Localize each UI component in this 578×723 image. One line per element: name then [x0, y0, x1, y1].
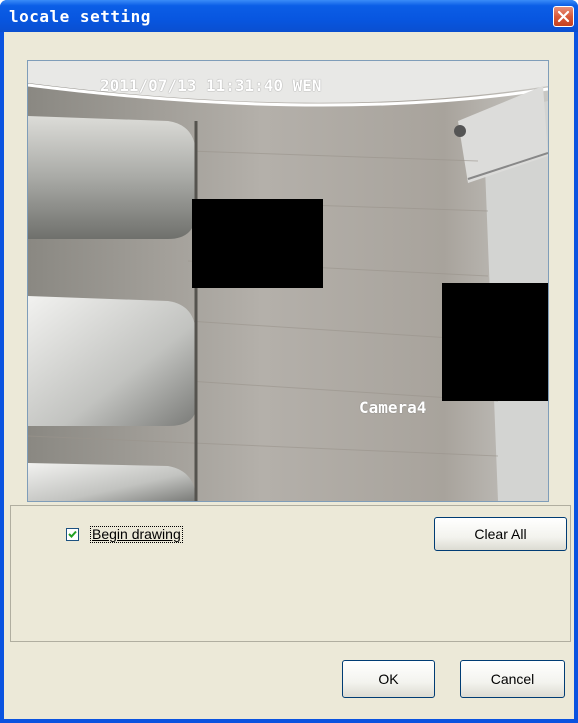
close-button[interactable]: [553, 6, 574, 27]
begin-drawing-checkbox[interactable]: [66, 528, 79, 541]
checkmark-icon: [68, 530, 77, 538]
begin-drawing-label[interactable]: Begin drawing: [90, 526, 183, 543]
dialog-client-area: 2011/07/13 11:31:40 WEN Camera4 Begin dr…: [4, 32, 574, 719]
video-timestamp: 2011/07/13 11:31:40 WEN: [100, 76, 322, 95]
window-title: locale setting: [9, 7, 151, 26]
camera-preview[interactable]: 2011/07/13 11:31:40 WEN Camera4: [27, 60, 549, 502]
title-bar[interactable]: locale setting: [0, 0, 578, 32]
close-icon: [557, 10, 570, 23]
clear-all-button[interactable]: Clear All: [434, 517, 567, 551]
privacy-mask-region[interactable]: [192, 199, 323, 288]
privacy-mask-region[interactable]: [442, 283, 548, 401]
cancel-button[interactable]: Cancel: [460, 660, 565, 698]
ok-button[interactable]: OK: [342, 660, 435, 698]
camera-name-label: Camera4: [359, 398, 427, 417]
dialog-window: locale setting 2011/07/13 11:31:40 WEN C…: [0, 0, 578, 723]
